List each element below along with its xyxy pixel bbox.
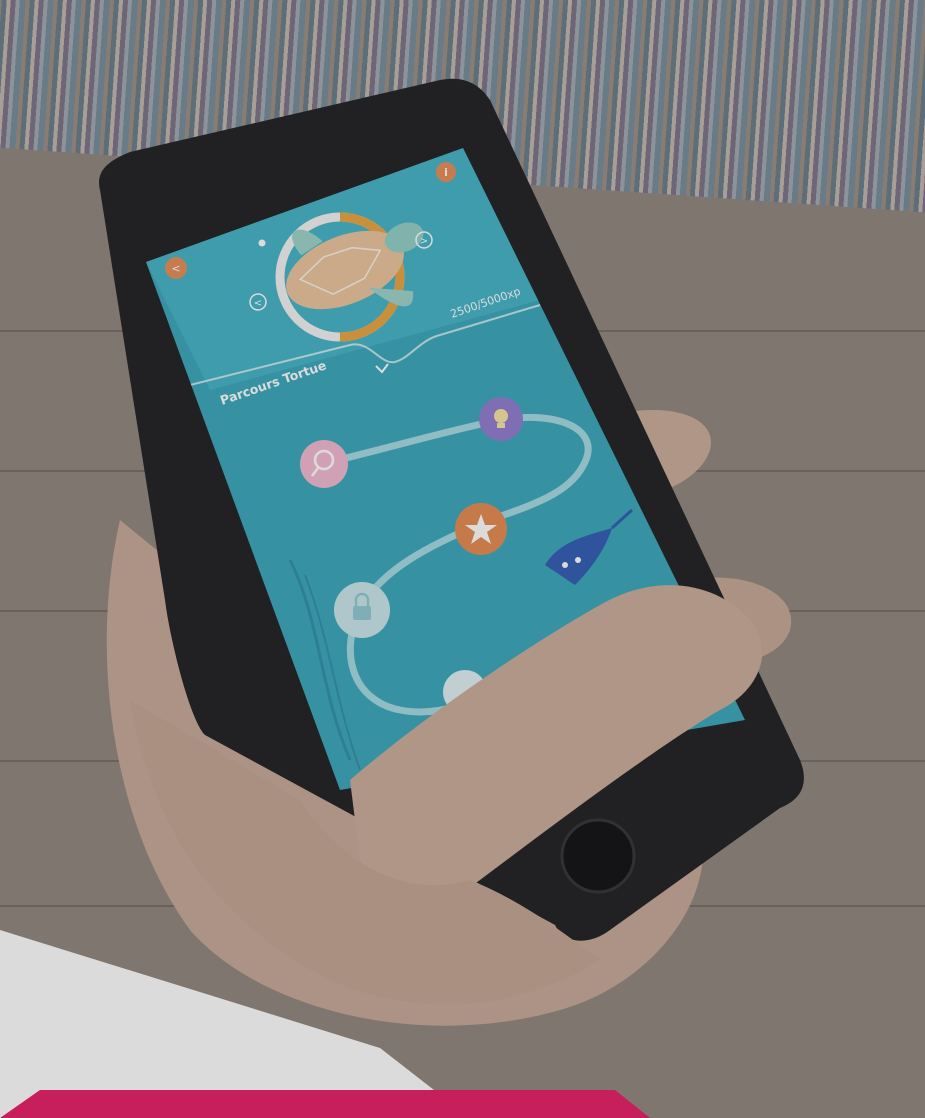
- phone-in-hand: < i < > Parcours Tortue 2500/5000xp: [0, 78, 804, 1118]
- lesson-node-search[interactable]: [300, 440, 348, 488]
- home-button: [560, 818, 636, 894]
- lesson-node-star[interactable]: [455, 503, 507, 555]
- svg-text:<: <: [171, 262, 180, 275]
- lesson-node-locked: [334, 582, 390, 638]
- pink-banner: [0, 1090, 650, 1118]
- lesson-node-idea[interactable]: [479, 397, 523, 441]
- svg-text:<: <: [254, 298, 262, 309]
- photo-scene: < i < > Parcours Tortue 2500/5000xp: [0, 0, 925, 1118]
- svg-text:i: i: [444, 166, 448, 179]
- page-dot: [258, 239, 266, 247]
- svg-text:>: >: [420, 236, 428, 247]
